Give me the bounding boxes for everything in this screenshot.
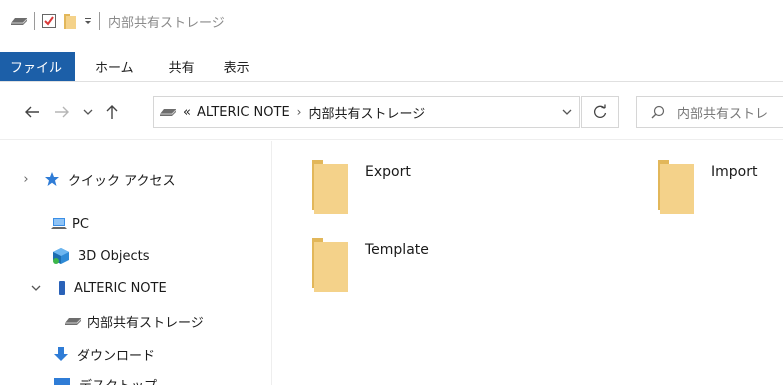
breadcrumb-item[interactable]: 内部共有ストレージ [308,103,425,122]
pc-icon [50,217,68,231]
desktop-icon [53,377,71,385]
device-icon [58,280,66,296]
nav-item-label: 内部共有ストレージ [87,315,204,331]
breadcrumb-overflow[interactable]: « [183,105,191,120]
folder-item[interactable]: Import [657,156,757,214]
search-input[interactable]: 内部共有ストレ [636,96,783,128]
chevron-down-icon[interactable] [28,284,44,292]
nav-item-alteric-note[interactable]: ALTERIC NOTE [0,275,167,301]
toolbar-separator [34,12,35,30]
drive-icon [159,106,177,118]
nav-item-internal-storage[interactable]: 内部共有ストレージ [0,308,204,334]
search-icon [651,105,665,119]
dropdown-icon[interactable] [83,16,93,26]
nav-item-label: ダウンロード [77,348,156,364]
toolbar-separator [99,12,100,30]
up-button[interactable] [100,100,124,124]
nav-item-pc[interactable]: PC [0,211,89,237]
folder-icon[interactable] [63,12,77,30]
nav-item-label: ALTERIC NOTE [74,280,167,296]
nav-item-label: デスクトップ [79,375,157,385]
nav-item-label: クイック アクセス [68,173,176,189]
folder-name: Template [365,242,429,258]
ribbon-tabs: ファイル ホーム 共有 表示 [0,52,783,82]
tab-home[interactable]: ホーム [75,52,147,81]
folder-icon [311,234,349,292]
refresh-button[interactable] [581,96,619,128]
forward-button[interactable] [50,100,74,124]
navigation-pane: › クイック アクセス PC 3D Objects ALTERIC NOTE 内… [0,141,272,385]
nav-item-quick-access[interactable]: › クイック アクセス [0,166,175,192]
address-dropdown-button[interactable] [561,103,573,125]
back-button[interactable] [20,100,44,124]
chevron-right-icon[interactable]: › [297,105,302,119]
breadcrumb-item[interactable]: ALTERIC NOTE [197,105,290,120]
folder-icon [657,156,695,214]
nav-item-3d-objects[interactable]: 3D Objects [0,243,150,269]
window-title: 内部共有ストレージ [108,15,225,31]
3d-objects-icon [52,247,70,265]
download-icon [53,346,69,362]
folder-name: Import [711,164,758,180]
drive-icon[interactable] [10,15,28,27]
tab-view[interactable]: 表示 [208,52,263,81]
nav-item-desktop[interactable]: デスクトップ [0,371,157,385]
navigation-bar: « ALTERIC NOTE › 内部共有ストレージ 内部共有ストレ [0,83,783,140]
nav-item-label: PC [72,216,89,232]
quick-access-toolbar [10,12,106,30]
title-bar: 内部共有ストレージ [0,0,783,42]
star-icon [44,171,60,187]
search-placeholder: 内部共有ストレ [677,106,769,122]
nav-item-downloads[interactable]: ダウンロード [0,341,155,367]
chevron-right-icon[interactable]: › [18,172,34,187]
tab-file[interactable]: ファイル [0,52,76,81]
address-bar[interactable]: « ALTERIC NOTE › 内部共有ストレージ [153,96,580,128]
folder-icon [311,156,349,214]
file-list: Export Import Template [273,141,783,385]
folder-name: Export [365,164,411,180]
tab-share[interactable]: 共有 [147,52,208,81]
folder-item[interactable]: Export [311,156,411,214]
folder-item[interactable]: Template [311,234,429,292]
checkbox-properties-icon[interactable] [41,13,57,29]
drive-icon [64,315,82,327]
recent-locations-button[interactable] [76,100,100,124]
nav-item-label: 3D Objects [78,248,150,264]
